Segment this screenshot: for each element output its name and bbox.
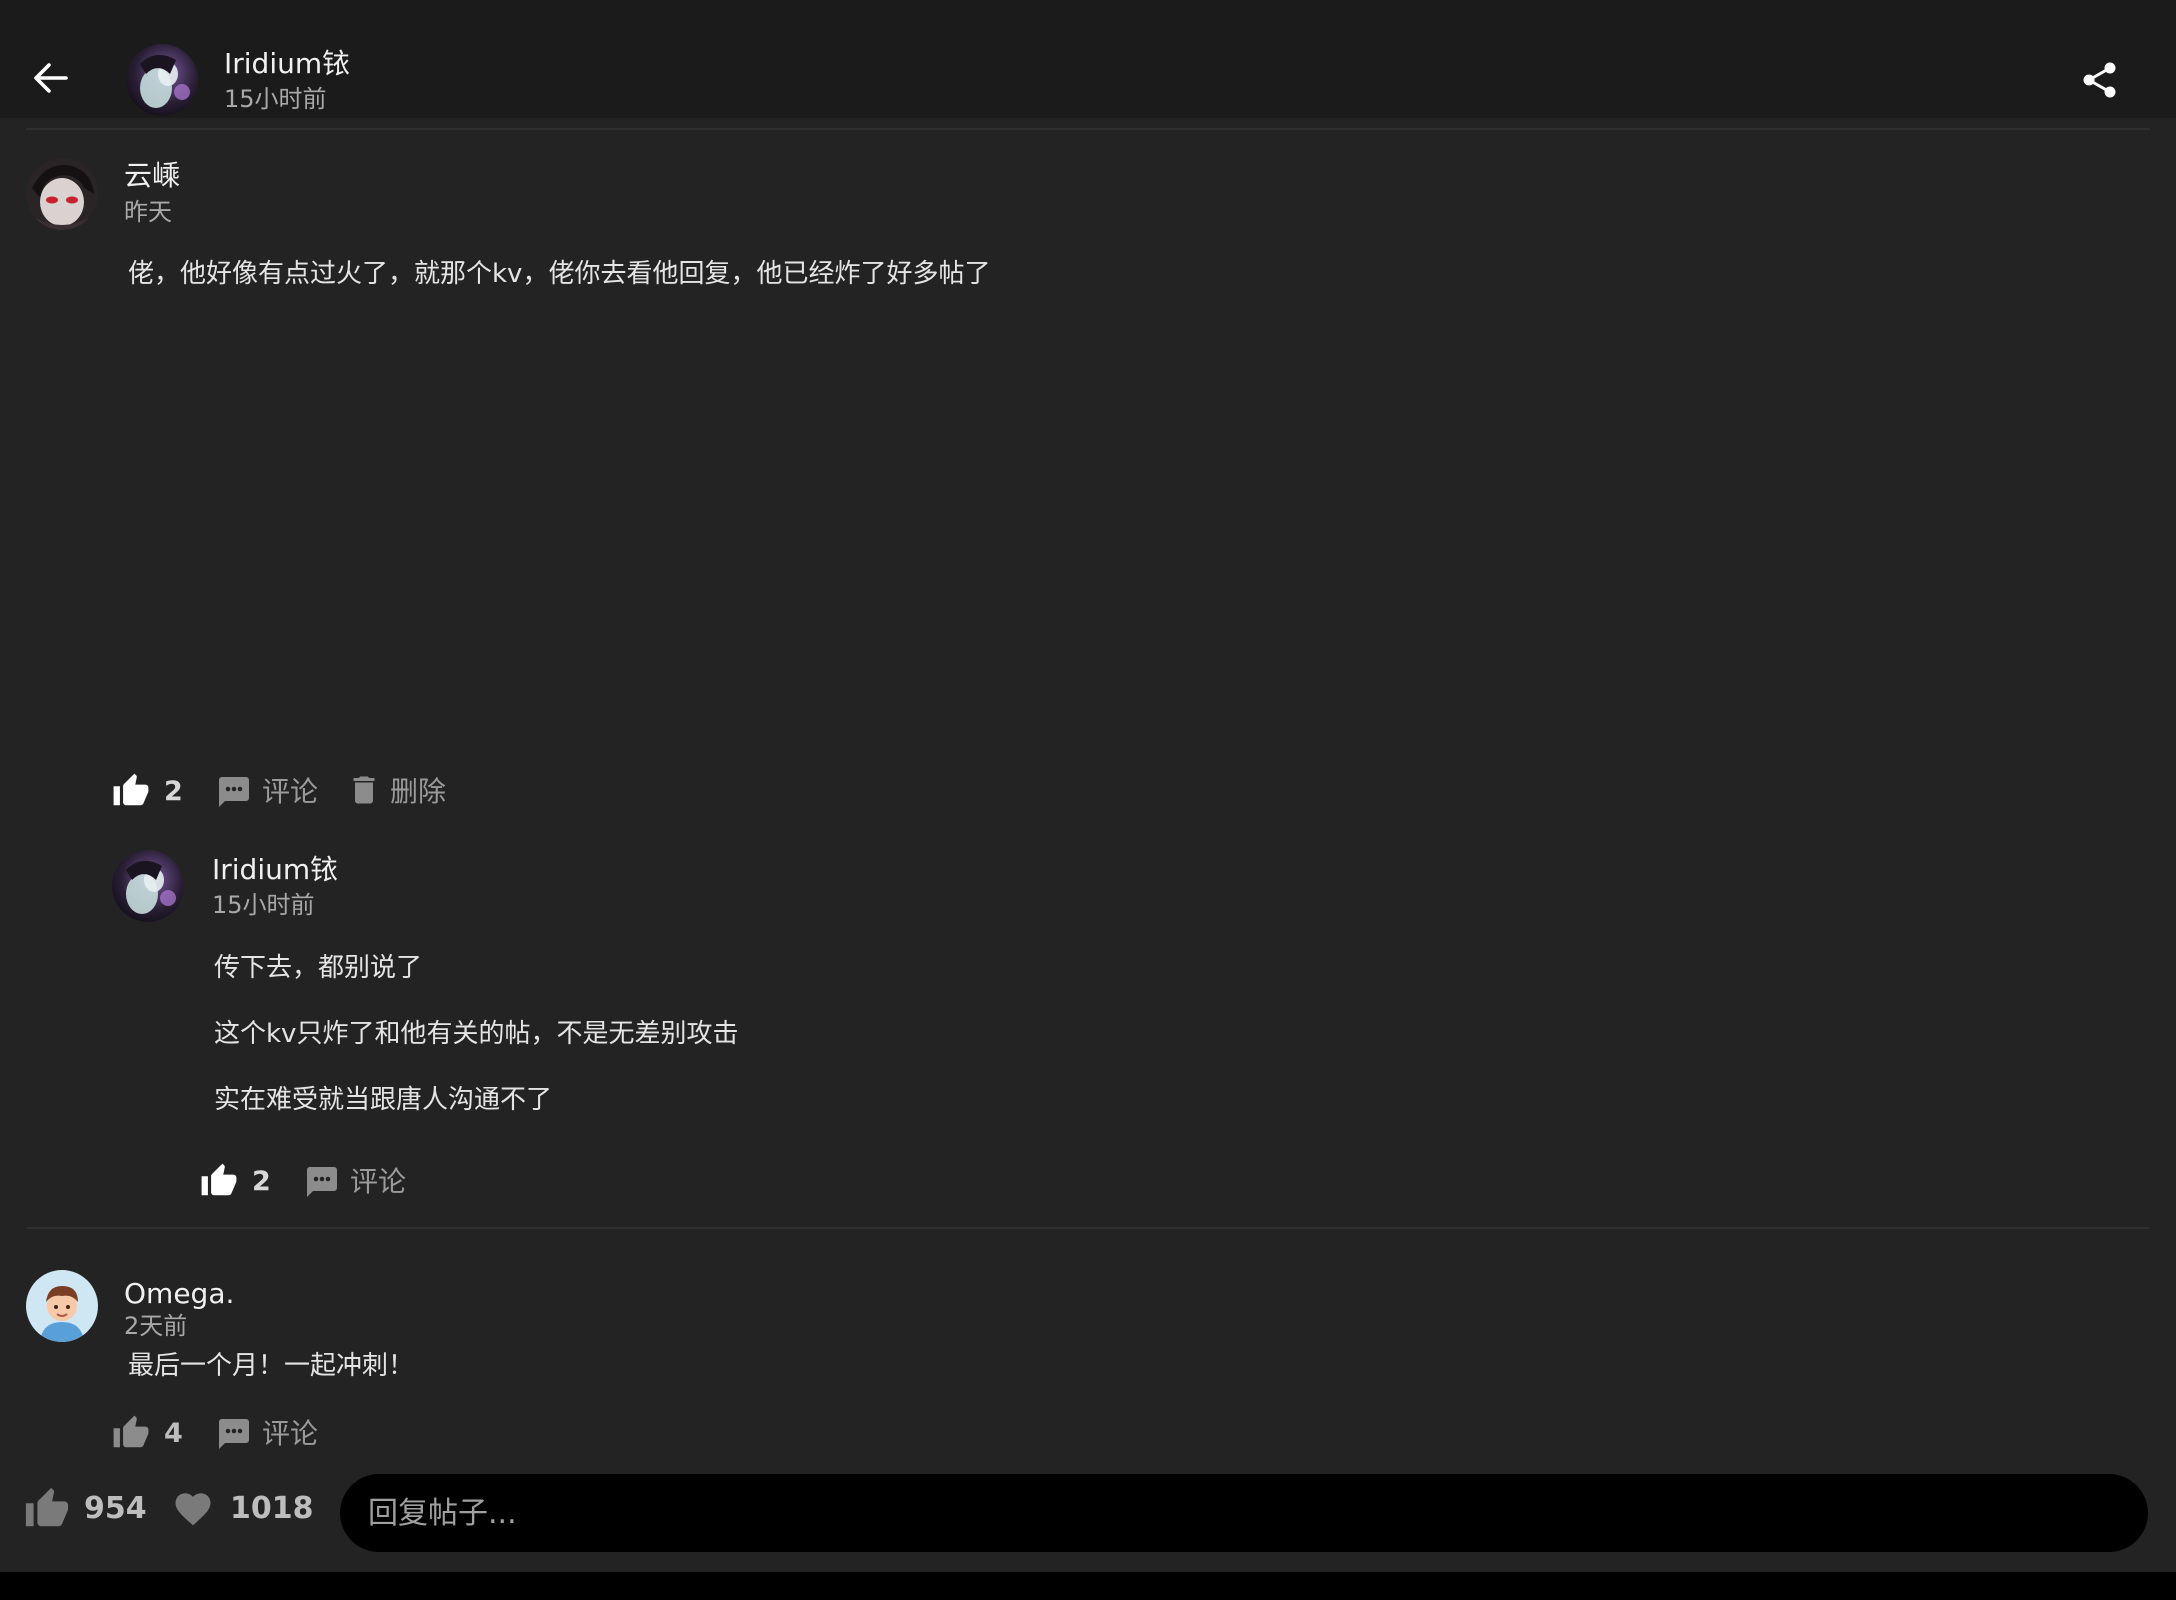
comment1-delete-icon[interactable] xyxy=(346,772,382,808)
reply-like-count: 2 xyxy=(252,1166,271,1197)
comment2-like-icon[interactable] xyxy=(112,1414,150,1452)
share-icon[interactable] xyxy=(2082,62,2118,98)
system-nav-strip xyxy=(0,1572,2176,1600)
post-favorite-heart-icon[interactable] xyxy=(172,1488,214,1530)
comment1-like-icon[interactable] xyxy=(112,772,150,810)
comment2-text: 最后一个月！一起冲刺！ xyxy=(128,1351,415,1381)
post-like-icon[interactable] xyxy=(24,1486,70,1532)
comment-divider xyxy=(26,1227,2150,1229)
post-favorite-count: 1018 xyxy=(230,1491,314,1526)
comment2-comment-button[interactable]: 评论 xyxy=(262,1420,318,1448)
reply-post-input[interactable] xyxy=(340,1474,2148,1552)
comment1-like-count: 2 xyxy=(164,776,183,807)
reply-avatar[interactable] xyxy=(112,850,184,922)
header-avatar[interactable] xyxy=(126,44,198,116)
reply-line-2: 这个kv只炸了和他有关的帖，不是无差别攻击 xyxy=(214,1019,739,1049)
header-author-name[interactable]: Iridium铱 xyxy=(224,50,350,78)
comment1-avatar[interactable] xyxy=(26,158,98,230)
reply-time: 15小时前 xyxy=(212,891,315,919)
comment1-comment-icon[interactable] xyxy=(216,774,252,810)
comment1-time: 昨天 xyxy=(124,198,172,226)
back-arrow-icon[interactable] xyxy=(32,60,68,96)
comment1-comment-button[interactable]: 评论 xyxy=(262,778,318,806)
comment1-delete-button[interactable]: 删除 xyxy=(390,778,446,806)
comment2-comment-icon[interactable] xyxy=(216,1416,252,1452)
header-post-time: 15小时前 xyxy=(224,85,327,113)
post-like-count: 954 xyxy=(84,1491,147,1526)
reply-author-name[interactable]: Iridium铱 xyxy=(212,856,338,884)
reply-line-3: 实在难受就当跟唐人沟通不了 xyxy=(214,1085,553,1115)
reply-comment-button[interactable]: 评论 xyxy=(350,1168,406,1196)
comment2-author-name[interactable]: Omega. xyxy=(124,1280,234,1308)
reply-comment-icon[interactable] xyxy=(304,1164,340,1200)
comment1-text: 佬，他好像有点过火了，就那个kv，佬你去看他回复，他已经炸了好多帖了 xyxy=(128,259,991,289)
comment1-author-name[interactable]: 云嵊 xyxy=(124,162,180,190)
comment2-avatar[interactable] xyxy=(26,1270,98,1342)
comment2-like-count: 4 xyxy=(164,1418,183,1449)
reply-like-icon[interactable] xyxy=(200,1162,238,1200)
comment2-time: 2天前 xyxy=(124,1312,188,1340)
reply-line-1: 传下去，都别说了 xyxy=(214,953,423,983)
header-divider xyxy=(26,128,2150,130)
